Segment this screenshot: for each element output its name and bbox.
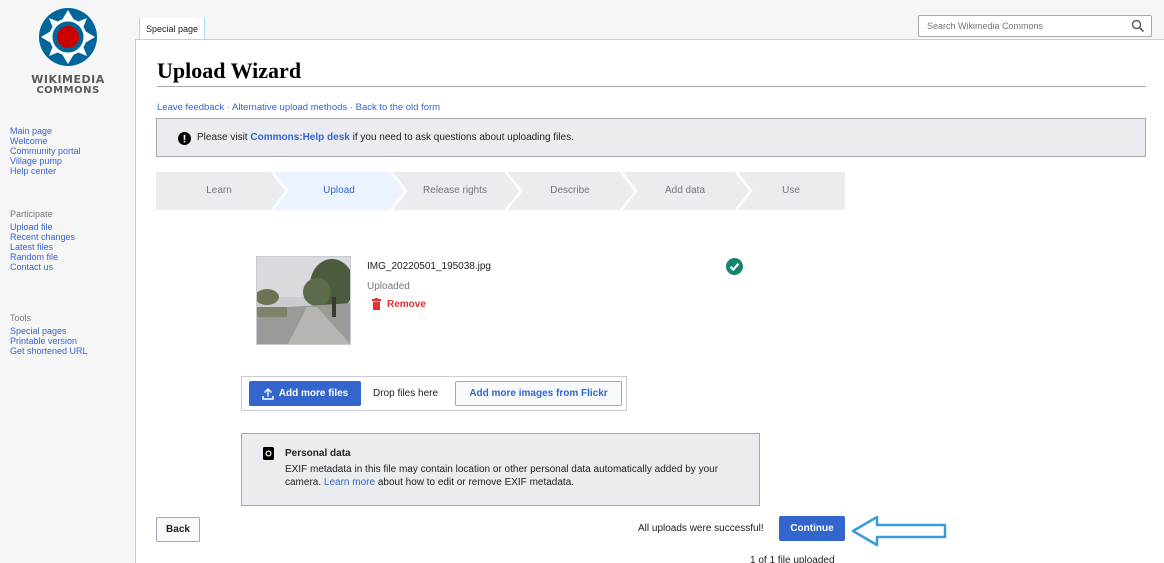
alternative-upload-methods-link[interactable]: Alternative upload methods	[232, 102, 347, 113]
leave-feedback-link[interactable]: Leave feedback	[157, 102, 224, 113]
sidebar-item-main-page[interactable]: Main page	[10, 126, 81, 136]
personal-data-title: Personal data	[285, 448, 351, 459]
sidebar-item-latest-files[interactable]: Latest files	[10, 242, 75, 252]
personal-data-body: EXIF metadata in this file may contain l…	[285, 464, 719, 488]
continue-button[interactable]: Continue	[779, 516, 845, 541]
sidebar-item-upload-file[interactable]: Upload file	[10, 222, 75, 232]
add-from-flickr-button[interactable]: Add more images from Flickr	[455, 381, 622, 406]
step-learn: Learn	[206, 185, 232, 196]
search-input[interactable]	[919, 16, 1119, 36]
commons-logo-icon	[39, 8, 97, 66]
back-to-old-form-link[interactable]: Back to the old form	[356, 102, 440, 113]
learn-more-link[interactable]: Learn more	[324, 477, 375, 488]
step-release-rights: Release rights	[423, 185, 487, 196]
wizard-links: Leave feedback · Alternative upload meth…	[157, 102, 440, 113]
file-thumbnail	[256, 256, 351, 345]
sidebar-tools-nav: Tools Special pages Printable version Ge…	[10, 313, 88, 356]
notice-text: Please visit Commons:Help desk if you ne…	[197, 132, 574, 143]
trash-icon	[372, 298, 381, 310]
search-box	[918, 15, 1152, 37]
sidebar-participate-nav: Participate Upload file Recent changes L…	[10, 209, 75, 272]
link-separator: ·	[347, 102, 356, 113]
add-more-files-button[interactable]: Add more files	[249, 381, 361, 406]
back-button[interactable]: Back	[156, 517, 200, 542]
personal-data-notice: Personal data EXIF metadata in this file…	[241, 433, 760, 506]
file-name: IMG_20220501_195038.jpg	[367, 261, 491, 272]
logo-wordmark-bottom: COMMONS	[36, 85, 100, 96]
sidebar-item-community-portal[interactable]: Community portal	[10, 146, 81, 156]
step-describe: Describe	[550, 185, 590, 196]
wikimedia-commons-logo[interactable]: WIKIMEDIA COMMONS	[16, 6, 120, 101]
sidebar-heading-participate: Participate	[10, 209, 53, 219]
sidebar-heading-tools: Tools	[10, 313, 32, 323]
logo-wordmark-top: WIKIMEDIA	[31, 73, 105, 86]
wizard-steps: Learn Upload Release rights Describe Add…	[156, 172, 845, 210]
step-add-data: Add data	[664, 185, 706, 196]
link-separator: ·	[224, 102, 233, 113]
exclamation-icon	[178, 132, 191, 145]
step-upload: Upload	[323, 185, 355, 196]
sidebar-item-printable-version[interactable]: Printable version	[10, 336, 88, 346]
title-divider	[157, 86, 1146, 87]
remove-file-button[interactable]: Remove	[372, 298, 426, 310]
tab-special-page[interactable]: Special page	[139, 18, 206, 40]
sidebar-item-special-pages[interactable]: Special pages	[10, 326, 88, 336]
sidebar: WIKIMEDIA COMMONS Main page Welcome Comm…	[0, 0, 135, 563]
remove-label: Remove	[387, 298, 426, 310]
success-check-icon	[726, 258, 743, 275]
sidebar-item-welcome[interactable]: Welcome	[10, 136, 81, 146]
help-notice: Please visit Commons:Help desk if you ne…	[156, 118, 1146, 157]
sidebar-item-random-file[interactable]: Random file	[10, 252, 75, 262]
search-icon[interactable]	[1131, 19, 1145, 33]
add-more-files-label: Add more files	[278, 388, 349, 399]
sidebar-item-recent-changes[interactable]: Recent changes	[10, 232, 75, 242]
sidebar-item-get-shortened-url[interactable]: Get shortened URL	[10, 346, 88, 356]
sidebar-item-village-pump[interactable]: Village pump	[10, 156, 81, 166]
file-status: Uploaded	[367, 281, 410, 292]
street-photo-thumbnail	[257, 257, 350, 344]
sidebar-main-nav: Main page Welcome Community portal Villa…	[10, 126, 81, 176]
help-desk-link[interactable]: Commons:Help desk	[250, 132, 349, 143]
upload-count: 1 of 1 file uploaded	[750, 555, 835, 563]
step-use: Use	[782, 185, 800, 196]
sidebar-item-help-center[interactable]: Help center	[10, 166, 81, 176]
sidebar-item-contact-us[interactable]: Contact us	[10, 262, 75, 272]
annotation-arrow-icon	[851, 515, 947, 547]
drop-files-zone[interactable]: Drop files here	[373, 388, 438, 399]
upload-icon	[262, 387, 274, 400]
privacy-icon	[263, 447, 274, 460]
page-title: Upload Wizard	[157, 58, 302, 83]
upload-success-message: All uploads were successful!	[638, 523, 764, 534]
